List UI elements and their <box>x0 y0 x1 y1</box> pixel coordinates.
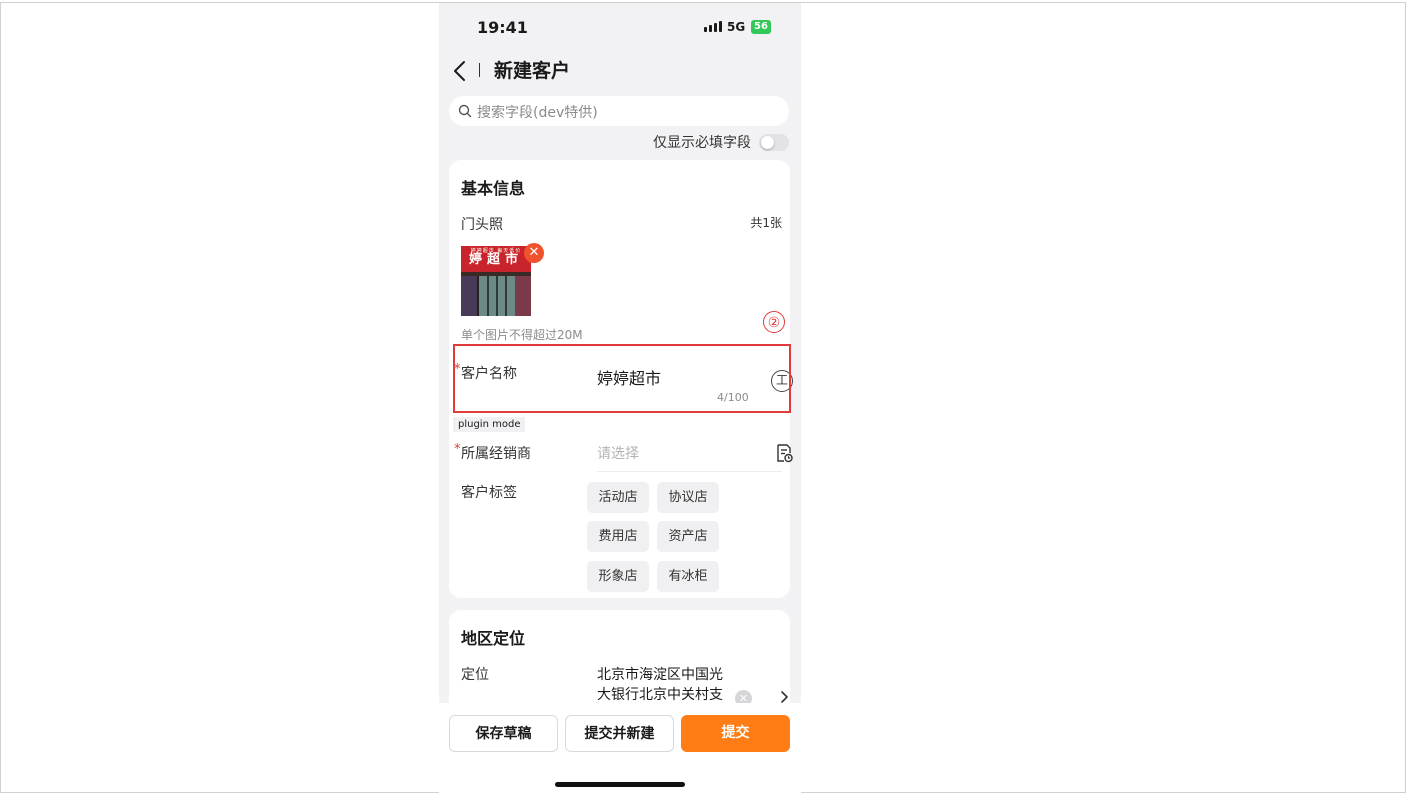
photo-count: 共1张 <box>750 216 782 230</box>
required-filter-toggle[interactable] <box>759 133 789 151</box>
home-indicator <box>555 782 685 787</box>
field-divider <box>597 471 782 472</box>
storefront-photo[interactable]: 婷婷超市 每天低价 婷超市 <box>461 246 531 316</box>
location-value-line1[interactable]: 北京市海淀区中国光 <box>597 664 723 684</box>
plugin-mode-badge: plugin mode <box>453 417 526 432</box>
tag-option[interactable]: 费用店 <box>587 521 649 552</box>
status-bar: 19:41 5G 56 <box>439 3 801 51</box>
region-title: 地区定位 <box>461 629 526 648</box>
delete-photo-icon[interactable]: ✕ <box>524 243 544 263</box>
back-arrow-icon[interactable] <box>451 57 471 85</box>
required-filter: 仅显示必填字段 <box>653 132 789 152</box>
basic-info-title: 基本信息 <box>461 179 526 198</box>
dealer-picker-icon[interactable] <box>774 443 794 463</box>
status-time: 19:41 <box>477 18 528 37</box>
location-label: 定位 <box>461 667 489 683</box>
tag-option[interactable]: 活动店 <box>587 482 649 513</box>
tag-option[interactable]: 资产店 <box>657 521 719 552</box>
tag-option[interactable]: 形象店 <box>587 561 649 592</box>
annotation-highlight-box <box>453 344 791 413</box>
annotation-number: ② <box>763 311 785 333</box>
photo-door <box>477 276 517 316</box>
photo-sign-text: 婷超市 <box>468 252 523 267</box>
battery-icon: 56 <box>751 20 771 34</box>
photo-size-hint: 单个图片不得超过20M <box>461 328 583 342</box>
photo-left-side <box>461 276 477 316</box>
chevron-right-icon[interactable] <box>779 690 789 704</box>
navigation-bar: 新建客户 <box>439 51 801 91</box>
tag-option[interactable]: 有冰柜 <box>657 561 719 592</box>
search-input[interactable]: 搜索字段(dev特供) <box>449 96 789 126</box>
customer-tags-label: 客户标签 <box>461 485 517 501</box>
dealer-select[interactable]: 请选择 <box>597 443 639 463</box>
search-icon <box>458 104 472 118</box>
location-value-line2[interactable]: 大银行北京中关村支 <box>597 684 723 704</box>
search-placeholder: 搜索字段(dev特供) <box>477 105 598 121</box>
network-type: 5G <box>727 20 746 34</box>
page-title: 新建客户 <box>494 60 571 82</box>
action-bar: 保存草稿 提交并新建 提交 <box>439 703 801 793</box>
dealer-label: 所属经销商 <box>454 442 531 463</box>
submit-button[interactable]: 提交 <box>681 715 790 752</box>
save-draft-button[interactable]: 保存草稿 <box>449 715 558 752</box>
submit-and-new-button[interactable]: 提交并新建 <box>565 715 674 752</box>
tag-option[interactable]: 协议店 <box>657 482 719 513</box>
photo-label: 门头照 <box>461 217 503 233</box>
nav-divider <box>479 63 480 77</box>
signal-icon <box>704 21 722 32</box>
required-filter-label: 仅显示必填字段 <box>653 135 751 151</box>
photo-right-side <box>515 276 531 316</box>
